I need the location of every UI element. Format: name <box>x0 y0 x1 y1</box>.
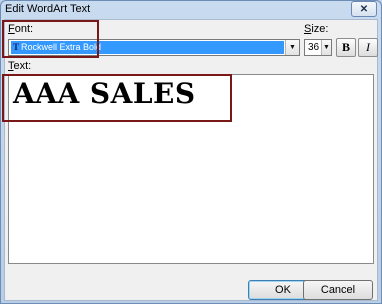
text-label-rest: ext: <box>13 60 32 72</box>
size-label: Size: <box>304 23 328 35</box>
window-title: Edit WordArt Text <box>5 3 91 15</box>
close-icon: ✕ <box>359 3 369 15</box>
edit-wordart-dialog: Edit WordArt Text ✕ Font: T Rockwell Extr… <box>0 0 382 304</box>
cancel-button[interactable]: Cancel <box>303 280 373 300</box>
dialog-body: Font: T Rockwell Extra Bold ▼ Size: 36 ▼ … <box>4 19 378 301</box>
chevron-down-icon: ▼ <box>289 44 296 51</box>
chevron-down-icon: ▼ <box>323 44 330 51</box>
text-highlight-box <box>2 74 232 122</box>
size-label-rest: ize: <box>311 23 329 35</box>
title-bar[interactable]: Edit WordArt Text ✕ <box>1 1 381 19</box>
font-dropdown-button[interactable]: ▼ <box>285 40 299 55</box>
italic-button[interactable]: I <box>358 38 378 57</box>
font-highlight-box <box>2 20 99 58</box>
text-label: Text: <box>8 60 31 72</box>
size-dropdown[interactable]: 36 ▼ <box>304 39 332 56</box>
close-button[interactable]: ✕ <box>351 1 377 17</box>
size-value: 36 <box>308 42 320 53</box>
size-dropdown-button[interactable]: ▼ <box>321 40 331 55</box>
bold-button[interactable]: B <box>336 38 356 57</box>
